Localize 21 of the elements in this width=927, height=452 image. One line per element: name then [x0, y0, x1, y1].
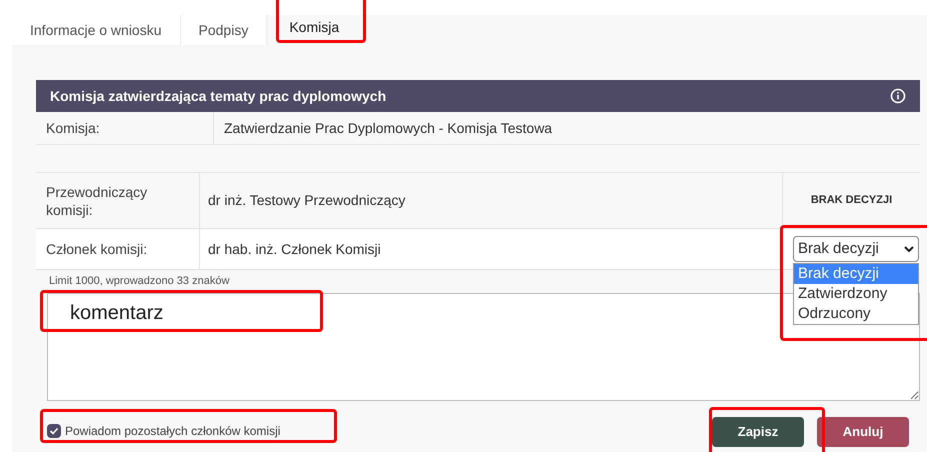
member-role: Członek komisji:	[46, 240, 148, 258]
panel-title: Komisja zatwierdzająca tematy prac dyplomowych	[50, 86, 386, 106]
tab[interactable]: Informacje o wniosku	[12, 15, 181, 45]
decision-status: BRAK DECYZJI	[810, 193, 892, 208]
check-icon	[49, 426, 59, 436]
member-name: dr inż. Testowy Przewodniczący	[208, 191, 406, 210]
field-label: Komisja:	[46, 118, 100, 138]
member-name: dr hab. inż. Członek Komisji	[208, 240, 381, 259]
form-button[interactable]: Zapisz	[712, 417, 804, 447]
checkbox-label: Powiadom pozostałych członków komisji	[65, 423, 280, 440]
notify-checkbox[interactable]	[47, 424, 61, 438]
info-icon	[890, 88, 906, 104]
dropdown-option[interactable]: Brak decyzji	[794, 264, 918, 284]
tab[interactable]: Podpisy	[180, 15, 268, 45]
character-limit: Limit 1000, wprowadzono 33 znaków	[49, 275, 230, 287]
decision-select[interactable]: Brak decyzji	[793, 236, 919, 262]
field-value: Zatwierdzanie Prac Dyplomowych - Komisja Testowa	[224, 118, 552, 138]
member-role: Przewodniczący komisji:	[46, 182, 148, 218]
chevron-down-icon	[904, 245, 914, 253]
dropdown-option[interactable]: Odrzucony	[794, 304, 918, 324]
form-button[interactable]: Anuluj	[817, 417, 909, 447]
